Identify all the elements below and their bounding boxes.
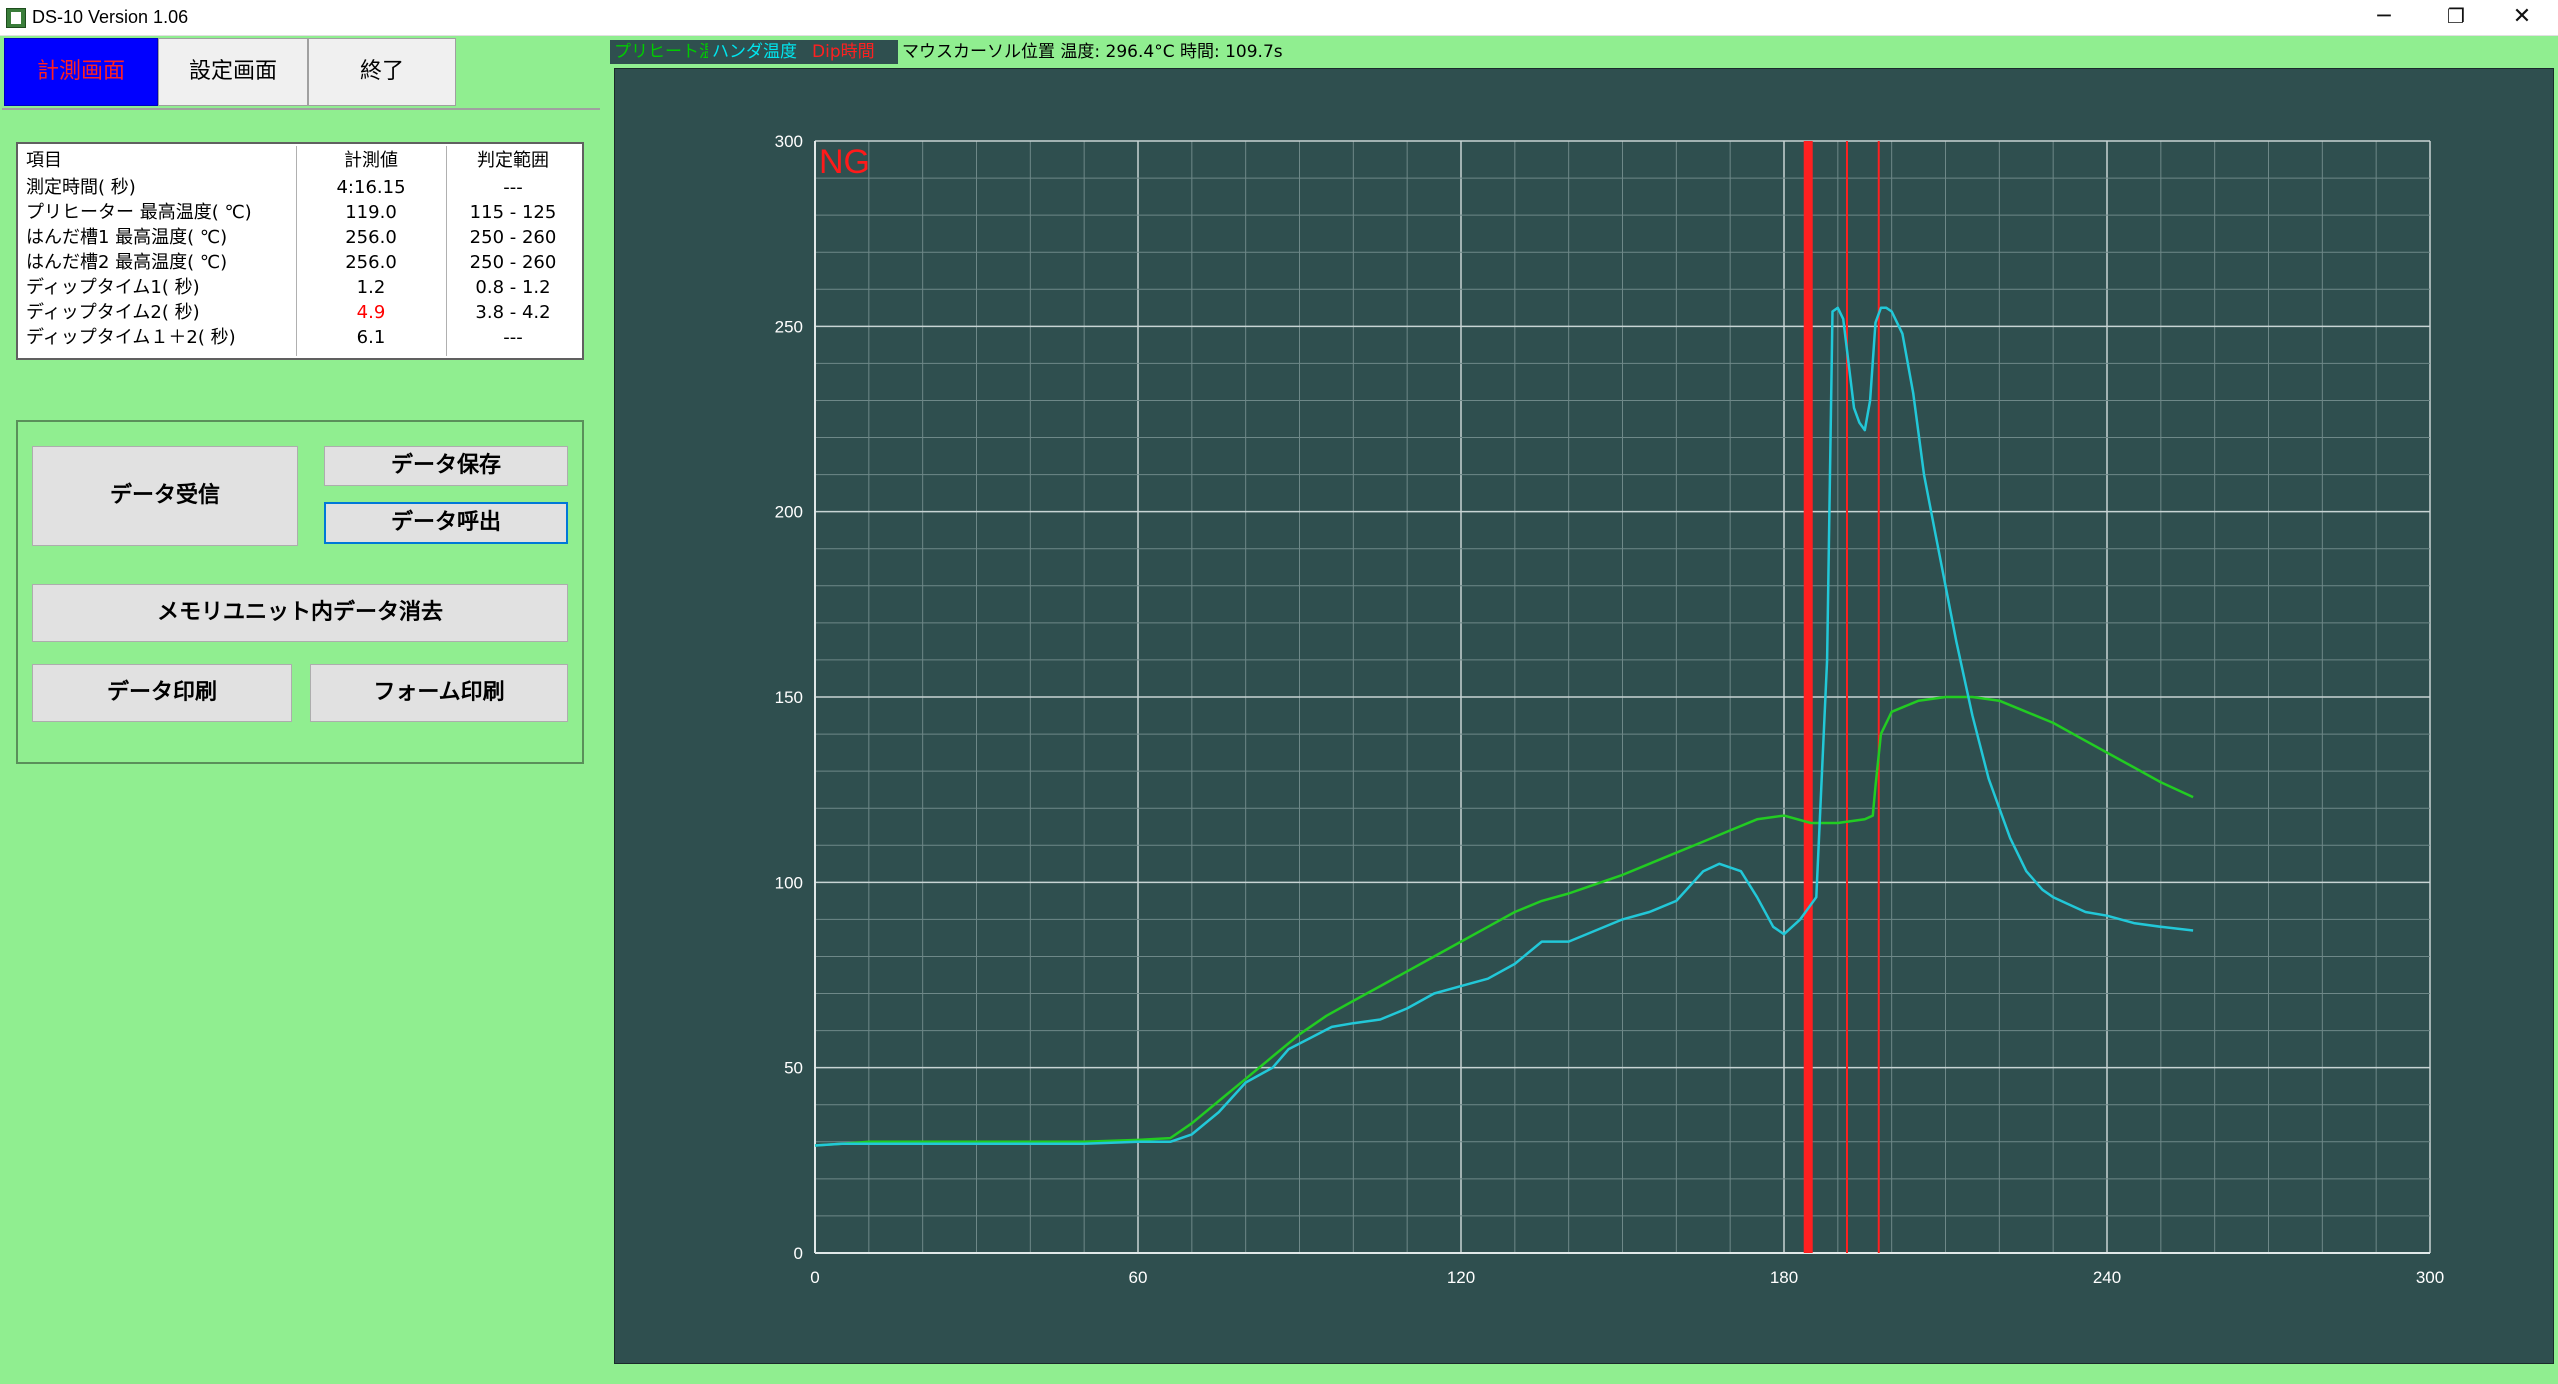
row-range: --- — [503, 177, 523, 198]
title-bar: DS-10 Version 1.06 ─ ❐ ✕ — [0, 0, 2558, 36]
header-range: 判定範囲 — [477, 150, 549, 171]
erase-memory-button[interactable]: メモリユニット内データ消去 — [32, 584, 568, 642]
tab-bar: 計測画面 設定画面 終了 — [2, 38, 600, 110]
header-value: 計測値 — [344, 150, 398, 171]
receive-data-button[interactable]: データ受信 — [32, 446, 298, 546]
control-group: データ受信 データ保存 データ呼出 メモリユニット内データ消去 データ印刷 フォ… — [16, 420, 584, 764]
bottom-edge — [0, 1376, 2558, 1384]
temperature-chart[interactable]: 0 60 120 180 240 300 0 50 100 150 200 250 300 NG — [615, 69, 2553, 1363]
close-button[interactable]: ✕ — [2486, 0, 2558, 35]
row-range: 3.8 - 4.2 — [475, 302, 551, 323]
x-tick-label: 120 — [1447, 1268, 1475, 1287]
header-item: 項目 — [26, 150, 62, 171]
load-data-button[interactable]: データ呼出 — [324, 502, 568, 544]
row-value: 256.0 — [345, 227, 397, 248]
print-data-button[interactable]: データ印刷 — [32, 664, 292, 722]
print-form-button[interactable]: フォーム印刷 — [310, 664, 568, 722]
row-value: 6.1 — [356, 327, 386, 348]
minimize-button[interactable]: ─ — [2348, 0, 2420, 35]
table-row: 測定時間( 秒) 4:16.15 --- — [18, 175, 582, 200]
y-tick-label: 300 — [775, 132, 803, 151]
row-item: ディップタイム１＋2( 秒) — [26, 327, 236, 348]
row-range: 250 - 260 — [469, 227, 557, 248]
legend-solder: ハンダ温度 — [708, 40, 812, 64]
y-tick-label: 100 — [775, 873, 803, 892]
x-tick-label: 60 — [1129, 1268, 1148, 1287]
tab-exit[interactable]: 終了 — [308, 38, 456, 106]
legend-preheat: プリヒート温度 — [610, 40, 733, 64]
x-tick-label: 240 — [2093, 1268, 2121, 1287]
cursor-readout: マウスカーソル位置 温度: 296.4°C 時間: 109.7s — [902, 42, 1283, 62]
y-tick-label: 0 — [794, 1244, 803, 1263]
results-table: 項目 計測値 判定範囲 測定時間( 秒) 4:16.15 --- プリヒーター … — [16, 142, 584, 360]
x-tick-label: 180 — [1770, 1268, 1798, 1287]
table-header-row: 項目 計測値 判定範囲 — [18, 148, 582, 173]
row-value: 256.0 — [345, 252, 397, 273]
legend-dip: Dip時間 — [808, 40, 898, 64]
row-range: 115 - 125 — [469, 202, 557, 223]
tab-measurement[interactable]: 計測画面 — [4, 38, 158, 106]
table-row: プリヒーター 最高温度( ℃) 119.0 115 - 125 — [18, 200, 582, 225]
y-tick-label: 150 — [775, 688, 803, 707]
tab-settings[interactable]: 設定画面 — [158, 38, 308, 106]
solder-temperature-series — [814, 306, 2194, 1147]
save-data-button[interactable]: データ保存 — [324, 446, 568, 486]
table-row: ディップタイム2( 秒) 4.9 3.8 - 4.2 — [18, 300, 582, 325]
table-row: ディップタイム1( 秒) 1.2 0.8 - 1.2 — [18, 275, 582, 300]
table-row: はんだ槽2 最高温度( ℃) 256.0 250 - 260 — [18, 250, 582, 275]
y-tick-label: 50 — [784, 1059, 803, 1078]
table-row: はんだ槽1 最高温度( ℃) 256.0 250 - 260 — [18, 225, 582, 250]
row-item: 測定時間( 秒) — [26, 177, 136, 198]
row-range: 250 - 260 — [469, 252, 557, 273]
row-range: --- — [503, 327, 523, 348]
row-value-ng: 4.9 — [356, 302, 386, 323]
row-item: はんだ槽2 最高温度( ℃) — [26, 252, 228, 273]
chart-panel[interactable]: 0 60 120 180 240 300 0 50 100 150 200 250 300 NG — [614, 68, 2554, 1364]
y-tick-label: 200 — [775, 503, 803, 522]
row-value: 4:16.15 — [336, 177, 406, 198]
row-item: はんだ槽1 最高温度( ℃) — [26, 227, 228, 248]
judgement-label: NG — [819, 143, 870, 181]
row-range: 0.8 - 1.2 — [475, 277, 551, 298]
maximize-button[interactable]: ❐ — [2420, 0, 2492, 35]
preheat-temperature-series — [814, 695, 2194, 1147]
row-item: ディップタイム1( 秒) — [26, 277, 200, 298]
row-item: ディップタイム2( 秒) — [26, 302, 200, 323]
window-title: DS-10 Version 1.06 — [32, 7, 189, 27]
row-item: プリヒーター 最高温度( ℃) — [26, 202, 252, 223]
x-tick-label: 300 — [2416, 1268, 2444, 1287]
app-icon — [6, 8, 26, 28]
tab-divider — [2, 108, 600, 110]
y-tick-label: 250 — [775, 317, 803, 336]
row-value: 1.2 — [356, 277, 386, 298]
table-row: ディップタイム１＋2( 秒) 6.1 --- — [18, 325, 582, 350]
x-tick-label: 0 — [810, 1268, 819, 1287]
row-value: 119.0 — [345, 202, 397, 223]
